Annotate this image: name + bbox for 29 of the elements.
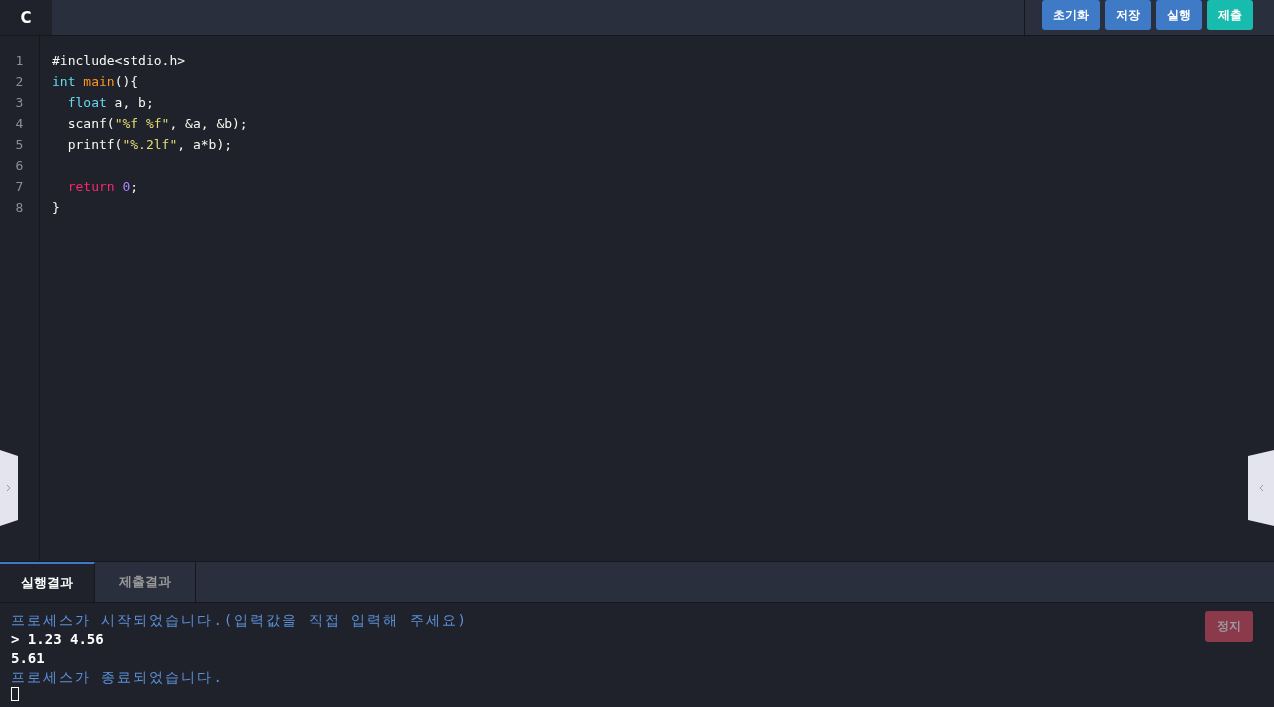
console-line: 5.61 <box>11 649 46 668</box>
right-panel-handle[interactable] <box>1248 450 1274 526</box>
code-line: #include<stdio.h> <box>52 53 186 68</box>
text-cursor-icon <box>11 687 19 701</box>
console-line: 프로세스가 종료되었습니다. <box>11 668 225 687</box>
code-line: float a, b; <box>66 95 154 110</box>
result-tab[interactable]: 실행결과 <box>0 562 95 602</box>
line-number: 3 <box>14 94 25 112</box>
line-number: 7 <box>14 178 25 196</box>
line-number: 8 <box>14 199 25 217</box>
toolbar-button[interactable]: 실행 <box>1156 0 1202 30</box>
result-tab[interactable]: 제출결과 <box>95 562 196 602</box>
code-line: printf("%.2lf", a*b); <box>66 137 233 152</box>
code-line: return 0; <box>66 179 139 194</box>
left-panel-handle[interactable] <box>0 450 18 526</box>
code-line: } <box>52 200 60 215</box>
line-number: 6 <box>14 157 25 175</box>
console-line: 프로세스가 시작되었습니다.(입력값을 직접 입력해 주세요) <box>11 611 468 630</box>
line-number: 5 <box>14 136 25 154</box>
toolbar-button[interactable]: 저장 <box>1105 0 1151 30</box>
line-number: 4 <box>14 115 25 133</box>
code-line: int main(){ <box>52 74 139 89</box>
language-tab[interactable]: C <box>0 0 52 35</box>
console-line: > 1.23 4.56 <box>11 630 105 649</box>
line-number: 1 <box>14 52 25 70</box>
toolbar-button[interactable]: 제출 <box>1207 0 1253 30</box>
toolbar-button[interactable]: 초기화 <box>1042 0 1100 30</box>
code-line: scanf("%f %f", &a, &b); <box>66 116 248 131</box>
line-number: 2 <box>14 73 25 91</box>
